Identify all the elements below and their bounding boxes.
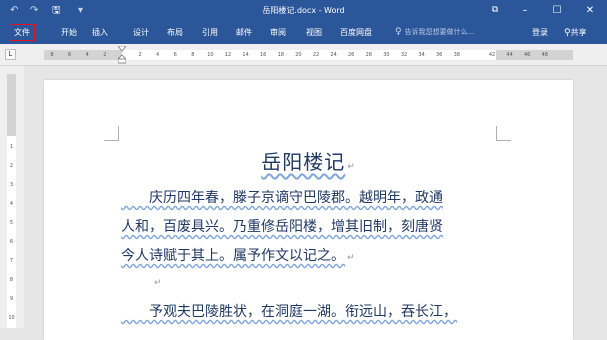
- margin-corner-top-right: [496, 126, 511, 141]
- lightbulb-icon: ♀: [395, 27, 402, 37]
- ruler-number: 16: [260, 52, 267, 58]
- ruler-number: 22: [312, 52, 320, 58]
- horizontal-ruler-area: L 8 6 4 2 2 4 6 8 10 12 14 16 18 20 22 24 26 28 30 32 34 36 38…: [0, 44, 607, 66]
- ruler-number: 4: [85, 52, 89, 58]
- ruler-number: 4: [156, 52, 160, 58]
- tab-selector[interactable]: L: [5, 49, 16, 60]
- ribbon-tabs: 文件 开始 插入 设计 布局 引用 邮件 审阅 视图 百度网盘 ♀ 告诉我您想要做…: [0, 21, 607, 44]
- document-title-text: 岳阳楼记: [261, 150, 346, 174]
- ruler-number: 48: [541, 52, 548, 58]
- customize-quick-access-icon[interactable]: ▾: [78, 0, 83, 21]
- maximize-button[interactable]: ☐: [540, 0, 574, 21]
- vertical-ruler-number: 7: [9, 258, 14, 264]
- tab-review[interactable]: 审阅: [266, 25, 290, 40]
- tab-home[interactable]: 开始: [57, 25, 81, 40]
- paragraph-mark: ↵: [347, 253, 355, 263]
- margin-corner-top-left: [104, 126, 119, 141]
- ruler-number: 42: [488, 52, 496, 58]
- document-page[interactable]: 岳阳楼记 ↵ 庆历四年春，滕子京谪守巴陵郡。越明年，政通 人和，百废具兴。乃重修岳…: [44, 80, 573, 340]
- redo-icon[interactable]: ↷: [30, 0, 38, 21]
- indent-marker[interactable]: [118, 46, 126, 64]
- minimize-button[interactable]: –: [508, 0, 542, 21]
- tab-baidu-netdisk[interactable]: 百度网盘: [336, 25, 376, 40]
- document-line-text: 今人诗赋于其上。属予作文以记之。: [121, 248, 345, 264]
- ruler-number: 20: [295, 52, 302, 58]
- ruler-number: 28: [365, 52, 372, 58]
- ruler-number: 6: [68, 52, 72, 58]
- tab-file[interactable]: 文件: [9, 24, 35, 41]
- vertical-ruler-number: 8: [9, 277, 14, 283]
- vertical-ruler-number: 1: [9, 144, 14, 150]
- vertical-ruler[interactable]: 1 2 3 4 5 6 7 8 9 10: [0, 66, 24, 328]
- ruler-number: 32: [400, 52, 408, 58]
- sign-in-link[interactable]: 登录: [528, 25, 552, 40]
- tab-references[interactable]: 引用: [198, 25, 222, 40]
- document-line[interactable]: 人和，百废具兴。乃重修岳阳楼，增其旧制，刻唐贤: [121, 217, 501, 237]
- vertical-ruler-number: 2: [9, 163, 14, 169]
- paragraph-mark: ↵: [347, 162, 356, 172]
- ruler-number: 6: [173, 52, 177, 58]
- document-line[interactable]: 庆历四年春，滕子京谪守巴陵郡。越明年，政通: [121, 188, 501, 208]
- ruler-number: 14: [242, 52, 249, 58]
- ruler-number: 24: [330, 52, 337, 58]
- tab-design[interactable]: 设计: [129, 25, 153, 40]
- vertical-ruler-number: 10: [8, 315, 15, 321]
- document-line[interactable]: 今人诗赋于其上。属予作文以记之。 ↵: [121, 246, 355, 268]
- ruler-number: 46: [524, 52, 531, 58]
- empty-paragraph-mark: ↵: [154, 278, 162, 288]
- ribbon-display-options-icon[interactable]: ⧉: [478, 0, 512, 21]
- ruler-number: 38: [453, 52, 460, 58]
- vertical-ruler-track: 1 2 3 4 5 6 7 8 9 10: [7, 74, 16, 328]
- ruler-number: 8: [50, 52, 54, 58]
- document-title[interactable]: 岳阳楼记 ↵: [44, 146, 573, 175]
- ruler-number: 2: [138, 52, 142, 58]
- ruler-number: 12: [224, 52, 232, 58]
- vertical-ruler-number: 3: [9, 182, 14, 188]
- ruler-number: 10: [207, 52, 214, 58]
- save-icon[interactable]: 🖫: [52, 0, 61, 21]
- ruler-number: 8: [191, 52, 195, 58]
- document-line[interactable]: 予观夫巴陵胜状，在洞庭一湖。衔远山，吞长江，: [121, 302, 501, 322]
- ruler-number: 34: [418, 52, 425, 58]
- close-button[interactable]: ✕: [573, 0, 607, 21]
- ruler-number: 44: [506, 52, 513, 58]
- undo-icon[interactable]: ↶: [10, 0, 18, 21]
- ruler-number: 26: [348, 52, 355, 58]
- ruler-number: 18: [277, 52, 284, 58]
- vertical-ruler-number: 6: [9, 239, 14, 245]
- person-icon: ⚲: [564, 28, 571, 38]
- title-bar: ↶ ↷ 🖫 ▾ 岳阳楼记.docx - Word ⧉ – ☐ ✕: [0, 0, 607, 21]
- share-label: 共享: [570, 28, 587, 37]
- tab-mailings[interactable]: 邮件: [232, 25, 256, 40]
- tab-layout[interactable]: 布局: [163, 25, 187, 40]
- share-button[interactable]: ⚲共享: [560, 25, 591, 40]
- ruler-number: 36: [436, 52, 443, 58]
- vertical-ruler-number: 5: [9, 220, 14, 226]
- ruler-number: 2: [103, 52, 107, 58]
- tab-view[interactable]: 视图: [302, 25, 326, 40]
- tell-me-placeholder: 告诉我您想要做什么...: [404, 28, 475, 36]
- vertical-ruler-number: 4: [9, 201, 14, 207]
- vertical-ruler-number: 9: [9, 296, 14, 302]
- tell-me-search[interactable]: ♀ 告诉我您想要做什么...: [395, 25, 474, 40]
- ruler-number: 30: [383, 52, 390, 58]
- tab-insert[interactable]: 插入: [88, 25, 112, 40]
